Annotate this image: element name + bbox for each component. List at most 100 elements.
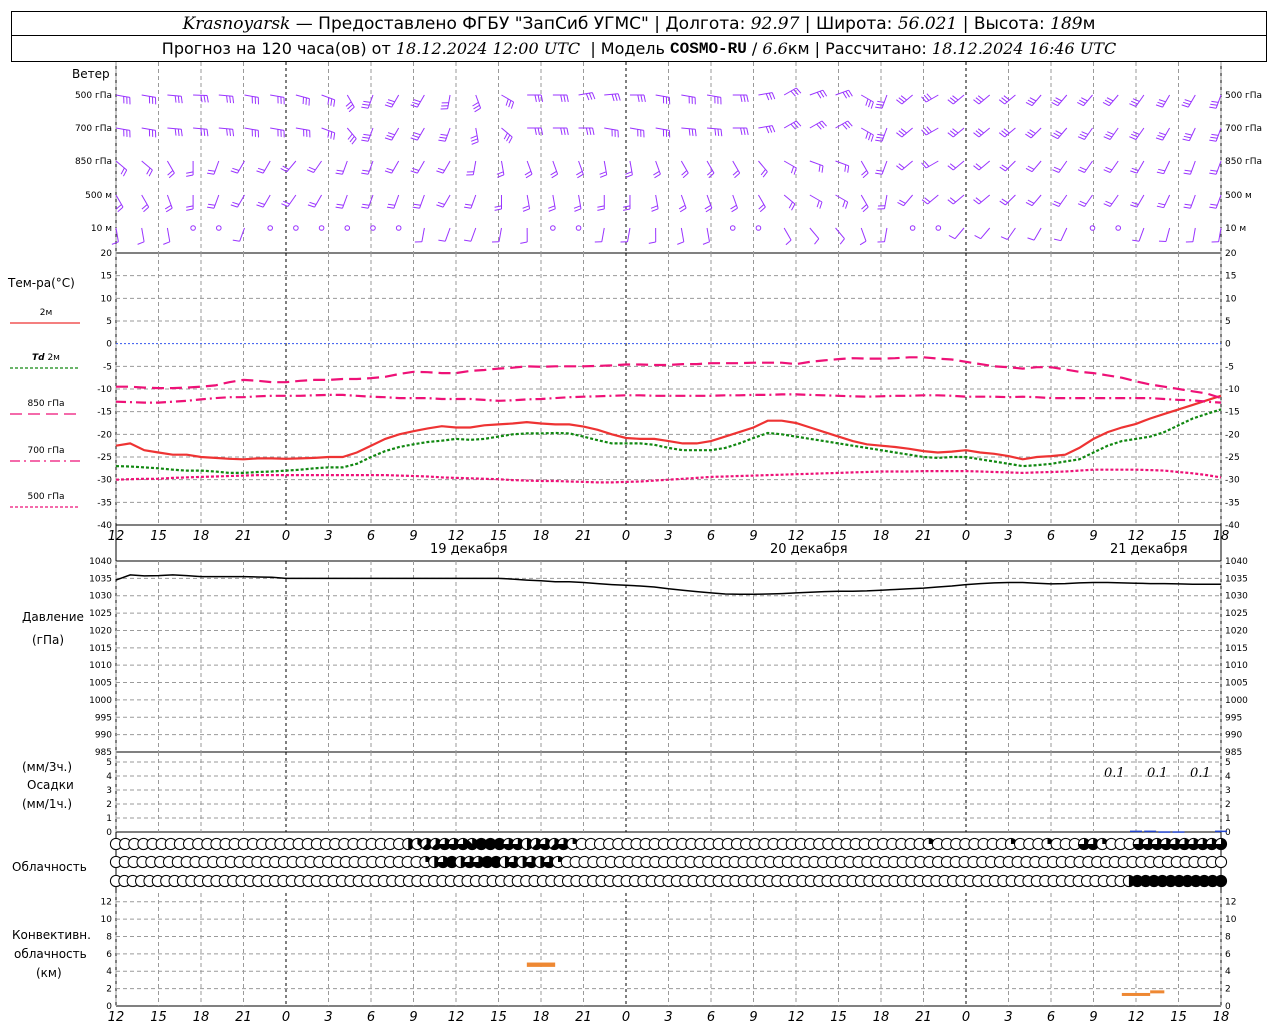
wind-barb-feather (361, 139, 369, 142)
wind-barb-feather (973, 99, 980, 105)
x-tick-label-bottom: 21 (235, 1010, 252, 1024)
conv-cloud-bar (526, 962, 556, 967)
wind-barb-feather (977, 95, 985, 101)
wind-barb-shaft (627, 227, 631, 242)
wind-barb-feather (648, 241, 656, 244)
wind-barb-feather (1105, 133, 1113, 138)
wind-barb (623, 194, 631, 211)
wind-barb-feather (566, 94, 569, 102)
wind-barb-feather (1158, 202, 1166, 206)
wind-barb (410, 94, 425, 108)
wind-barb-feather (232, 96, 235, 104)
wind-barb-feather (440, 133, 448, 136)
wind-barb (1025, 127, 1042, 139)
wind-barb (414, 227, 425, 243)
wind-barb-feather (362, 169, 370, 172)
wind-barb-shaft (1057, 127, 1068, 140)
pressure-ytick-left: 985 (95, 748, 112, 758)
wind-barb-shaft (342, 160, 348, 175)
wind-barb-feather (256, 170, 264, 174)
wind-barb-feather (186, 208, 194, 211)
legend-label: Td 2м (32, 353, 60, 363)
wind-barb-feather (413, 99, 421, 103)
x-tick-label-temp: 12 (788, 529, 805, 544)
pressure-ytick-right: 1025 (1225, 609, 1248, 619)
wind-barb-feather (165, 207, 173, 213)
wind-barb-feather (1077, 101, 1084, 107)
wind-barb (732, 160, 741, 179)
precip-ytick-left: 1 (106, 814, 112, 824)
x-tick-label-bottom: 3 (664, 1010, 672, 1024)
wind-barb (597, 194, 605, 211)
wind-barb (141, 194, 150, 213)
wind-barb-shaft (1084, 160, 1093, 173)
wind-barb-feather (973, 199, 980, 205)
wind-barb-shaft (925, 160, 939, 169)
wind-barb-shaft (978, 94, 991, 105)
wind-barb-shaft (655, 127, 670, 131)
wind-barb-shaft (1031, 160, 1042, 173)
wind-barb-feather (386, 167, 394, 171)
wind-barb (230, 160, 245, 174)
wind-barb-shaft (901, 160, 913, 171)
wind-barb (470, 127, 479, 145)
precip-ytick-left: 3 (106, 786, 112, 796)
wind-barb-feather (177, 95, 180, 103)
wind-barb-feather (760, 169, 766, 176)
wind-barb-feather (464, 239, 472, 242)
wind-barb (702, 227, 710, 245)
precip-bar (1158, 831, 1171, 833)
wind-barb-shaft (655, 94, 670, 98)
wind-barb-feather (788, 201, 793, 209)
wind-barb (552, 127, 569, 135)
wind-barb-shaft (1215, 160, 1222, 175)
wind-barb-feather (336, 203, 344, 206)
cloud-fill (1215, 875, 1227, 887)
wind-barb-feather (520, 241, 528, 244)
wind-barb-feather (1053, 99, 1061, 104)
wind-barb-feather (203, 95, 206, 103)
precip-ytick-right: 1 (1225, 814, 1231, 824)
wind-barb (412, 194, 425, 209)
pressure-ytick-right: 1030 (1225, 592, 1248, 602)
wind-barb (1155, 127, 1171, 141)
wind-barb (973, 94, 991, 105)
conv-ytick-left: 0 (106, 1002, 112, 1012)
temp-ytick-left: -15 (97, 408, 112, 418)
wind-barb (1209, 127, 1222, 142)
wind-barb-feather (844, 122, 851, 129)
wind-barb (859, 227, 867, 246)
wind-barb (1209, 160, 1222, 175)
wind-barb-feather (115, 204, 122, 210)
x-tick-label-temp: 0 (962, 529, 970, 544)
wind-barb (281, 194, 297, 207)
wind-barb-feather (1001, 130, 1008, 136)
wind-barb-shaft (1058, 160, 1068, 173)
wind-barb-feather (437, 201, 445, 205)
wind-barb-feather (949, 97, 957, 103)
wind-barb-feather (362, 103, 370, 106)
wind-barb (921, 194, 939, 205)
wind-barb-shaft (1108, 94, 1119, 107)
wind-barb-feather (896, 132, 903, 138)
wind-barb-feather (226, 128, 228, 136)
wind-barb-feather (577, 173, 584, 179)
wind-barb (809, 160, 824, 173)
wind-barb-feather (679, 207, 687, 213)
wind-barb (835, 194, 849, 209)
wind-barb (758, 194, 766, 213)
pressure-ytick-right: 1035 (1225, 574, 1248, 584)
wind-barb-shaft (1138, 227, 1145, 242)
calm-wind-circle (909, 225, 916, 231)
wind-barb-shaft (141, 94, 156, 98)
wind-barb (321, 127, 336, 140)
wind-barb-feather (200, 95, 203, 103)
wind-barb-shaft (835, 160, 849, 167)
x-tick-label-bottom: 12 (108, 1010, 125, 1024)
temp-ytick-left: -35 (97, 498, 112, 508)
wind-barb-feather (563, 94, 566, 102)
wind-barb-feather (524, 170, 532, 176)
wind-barb-feather (307, 204, 315, 208)
temp-ytick-left: -25 (97, 453, 112, 463)
wind-barb-shaft (391, 160, 400, 174)
